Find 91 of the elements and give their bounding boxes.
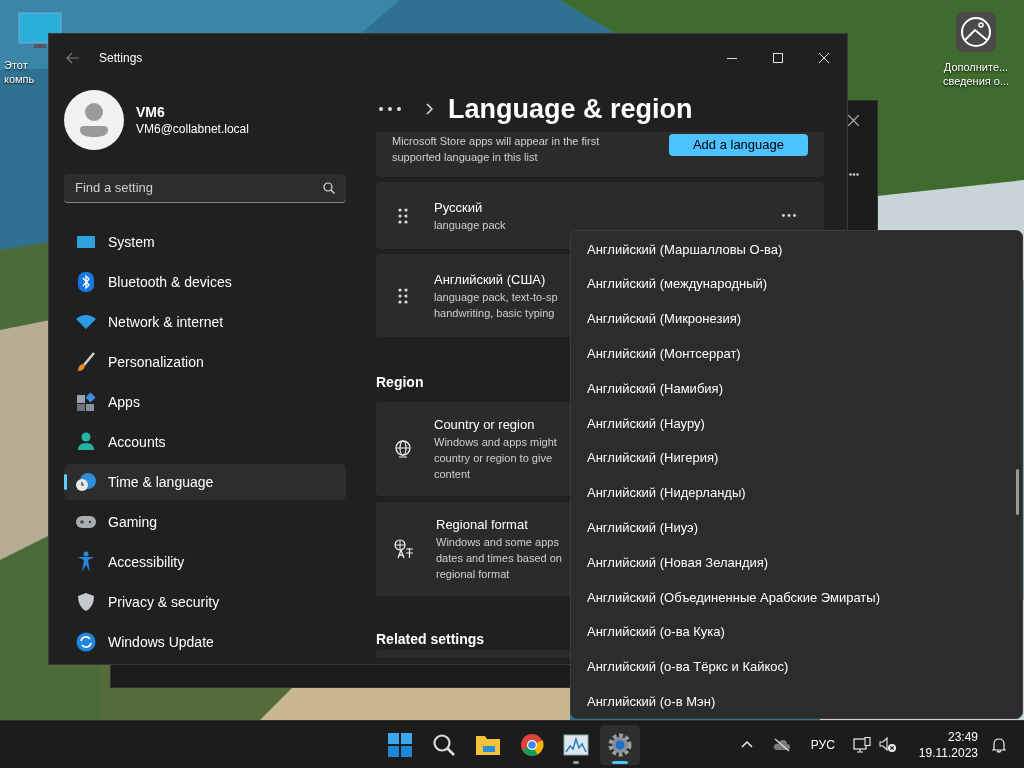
nav-item[interactable]: Apps [64, 384, 346, 420]
card-title: Country or region [434, 416, 536, 434]
more-icon[interactable] [782, 214, 796, 217]
language-name: Английский (США) [434, 270, 547, 289]
language-format-icon [394, 539, 414, 559]
wifi-icon [75, 314, 97, 330]
dropdown-option[interactable]: Английский (о-в Мэн) [571, 684, 1022, 718]
close-icon [819, 53, 829, 63]
back-arrow-icon[interactable] [66, 52, 80, 64]
user-email: VM6@collabnet.local [136, 121, 249, 137]
nav-item[interactable]: Accounts [64, 424, 346, 460]
language-details: language pack [434, 217, 506, 233]
dropdown-option[interactable]: Английский (Намибия) [571, 371, 1022, 406]
section-heading: Region [376, 373, 424, 391]
bell-icon[interactable] [992, 736, 1006, 753]
nav-item[interactable]: Bluetooth & devices [64, 264, 346, 300]
paintbrush-icon [76, 352, 96, 372]
add-language-button[interactable]: Add a language [668, 134, 808, 156]
input-language[interactable]: РУС [810, 735, 835, 754]
sync-icon [76, 632, 96, 652]
card-title: Regional format [436, 516, 529, 534]
dropdown-option[interactable]: Английский (Микронезия) [571, 301, 1022, 337]
running-indicator [573, 760, 579, 764]
language-name: Русский [434, 198, 484, 217]
desktop-icon-label: Дополните... сведения о... [942, 60, 1010, 88]
dropdown-option[interactable]: Английский (Новая Зеландия) [571, 545, 1022, 580]
dropdown-option[interactable]: Английский (Ниуэ) [571, 510, 1022, 546]
accessibility-icon [77, 551, 95, 573]
user-name: VM6 [136, 103, 166, 121]
dropdown-option[interactable]: Английский (Науру) [571, 406, 1022, 441]
search-field[interactable]: Find a setting [64, 174, 346, 203]
nav-item[interactable]: Time & language [64, 464, 346, 500]
clock-time[interactable]: 23:49 [947, 728, 978, 745]
card-description: Windows and apps might country or region to give content [434, 435, 557, 482]
dropdown-option[interactable]: Английский (о-ва Кука) [571, 614, 1022, 650]
dropdown-option[interactable]: Английский (Объединенные Арабские Эмираты) [571, 579, 1022, 615]
close-icon[interactable] [848, 115, 859, 126]
dropdown-option[interactable]: Английский (Монтсеррат) [571, 336, 1022, 372]
drag-handle-icon[interactable] [398, 207, 408, 224]
nav-item[interactable]: Privacy & security [64, 584, 346, 620]
window-title: Settings [99, 50, 143, 67]
gear-icon [608, 732, 632, 757]
chevron-right-icon [426, 103, 433, 115]
cloud-off-icon[interactable] [772, 737, 791, 752]
more-icon[interactable] [379, 107, 401, 111]
dropdown-option[interactable]: Английский (Нигерия) [571, 440, 1022, 476]
dropdown-option[interactable]: Английский (Нидерланды) [571, 475, 1022, 511]
person-icon [77, 432, 95, 452]
avatar [64, 90, 124, 150]
apps-icon [76, 392, 96, 412]
browser-icon [520, 732, 544, 757]
scrollbar-thumb[interactable] [1016, 469, 1019, 515]
gamepad-icon [75, 514, 97, 530]
windows-logo-icon [388, 732, 412, 757]
clock-date[interactable]: 19.11.2023 [918, 744, 978, 761]
taskbar-button[interactable] [600, 724, 640, 765]
maximize-icon [773, 53, 783, 63]
nav-item[interactable]: Network & internet [64, 304, 346, 340]
shield-icon [77, 592, 95, 612]
search-icon [432, 732, 456, 757]
folder-icon [475, 733, 501, 756]
globe-clock-icon [75, 472, 97, 492]
display-icon [76, 234, 96, 250]
chevron-up-icon[interactable] [740, 741, 753, 748]
minimize-icon [727, 57, 737, 59]
nav-item[interactable]: System [64, 224, 346, 260]
nav-item[interactable]: Accessibility [64, 544, 346, 580]
mountain-icon[interactable] [956, 12, 996, 52]
bluetooth-icon [78, 272, 94, 292]
card-description: Windows and some apps dates and times based on regional format [436, 535, 562, 582]
search-input[interactable]: Find a setting [75, 178, 323, 198]
nav-item[interactable]: Gaming [64, 504, 346, 540]
page-title: Language & region [448, 93, 693, 126]
nav-item[interactable]: Personalization [64, 344, 346, 380]
chart-window-icon [563, 733, 589, 756]
globe-icon [394, 440, 412, 458]
desktop-icon-label: Этот компь [4, 58, 35, 86]
speaker-muted-icon[interactable] [878, 736, 897, 753]
more-icon[interactable] [849, 173, 859, 176]
selection-indicator [64, 474, 67, 490]
monitor-icon[interactable] [18, 12, 62, 50]
running-indicator [612, 760, 628, 764]
dropdown-option[interactable]: Английский (международный) [571, 266, 1022, 302]
drag-handle-icon[interactable] [398, 287, 408, 304]
search-icon [323, 182, 335, 194]
nav-item[interactable]: Windows Update [64, 624, 346, 660]
network-monitor-icon[interactable] [852, 736, 871, 753]
language-details: language pack, text-to-sp handwriting, basic typing [434, 289, 558, 321]
section-heading: Related settings [376, 630, 485, 648]
dropdown-option[interactable]: Английский (о-ва Тёркс и Кайкос) [571, 649, 1022, 685]
description: Microsoft Store apps will appear in the first supported language in this list [392, 134, 600, 165]
